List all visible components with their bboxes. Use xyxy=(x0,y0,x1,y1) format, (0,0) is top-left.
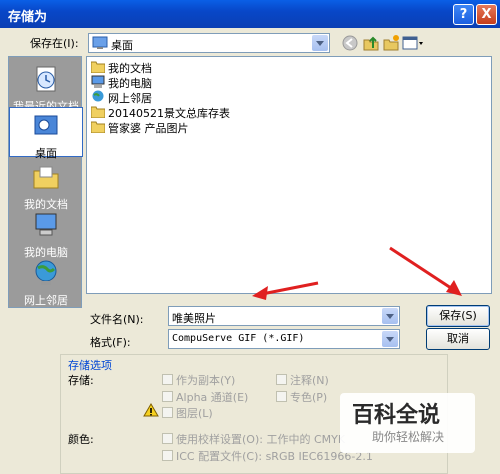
place-recent-documents[interactable]: 我最近的文档 xyxy=(9,61,83,113)
cancel-button[interactable]: 取消 xyxy=(426,328,490,350)
file-name: 20140521景文总库存表 xyxy=(108,107,230,120)
save-in-label: 保存在(I): xyxy=(30,37,79,50)
place-my-computer[interactable]: 我的电脑 xyxy=(9,207,83,259)
file-name: 我的文档 xyxy=(108,62,152,75)
watermark-title: 百科全说 xyxy=(352,403,441,428)
save-in-value: 桌面 xyxy=(111,39,133,52)
my-documents-icon xyxy=(33,166,59,189)
new-folder-icon[interactable] xyxy=(382,34,400,52)
spot-label: 专色(P) xyxy=(290,391,328,404)
save-options-title: 存储选项 xyxy=(68,359,112,372)
proof-setup-label: 使用校样设置(O): 工作中的 CMYK xyxy=(176,433,346,446)
store-label: 存储: xyxy=(68,374,94,387)
format-dropdown[interactable]: CompuServe GIF (*.GIF) xyxy=(168,329,400,349)
chevron-down-icon[interactable] xyxy=(382,308,398,324)
title-bar[interactable]: 存储为 ? X xyxy=(0,0,500,28)
alpha-label: Alpha 通道(E) xyxy=(176,391,249,404)
place-my-documents[interactable]: 我的文档 xyxy=(9,159,83,211)
close-button[interactable]: X xyxy=(476,4,497,25)
icc-profile-checkbox[interactable] xyxy=(162,450,173,461)
layers-checkbox[interactable] xyxy=(162,407,173,418)
file-name: 管家婆 产品图片 xyxy=(108,122,189,135)
file-list[interactable]: 我的文档 我的电脑 网上邻居 20140521景文总库存表 管家婆 产品图片 xyxy=(86,56,492,294)
file-name: 我的电脑 xyxy=(108,77,152,90)
save-in-dropdown[interactable]: 桌面 xyxy=(88,33,330,53)
chevron-down-icon[interactable] xyxy=(312,35,328,51)
place-network[interactable]: 网上邻居 xyxy=(9,255,83,307)
alpha-checkbox[interactable] xyxy=(162,391,173,402)
file-name: 网上邻居 xyxy=(108,92,152,105)
spot-checkbox[interactable] xyxy=(276,391,287,402)
filename-label: 文件名(N): xyxy=(90,313,144,326)
folder-icon xyxy=(91,121,105,133)
watermark-subtitle: 助你轻松解决 xyxy=(372,430,445,444)
folder-icon xyxy=(91,106,105,118)
as-copy-label: 作为副本(Y) xyxy=(176,374,236,387)
chevron-down-icon[interactable] xyxy=(382,331,398,347)
my-computer-icon xyxy=(35,213,57,236)
recent-docs-icon xyxy=(36,66,56,92)
format-label: 格式(F): xyxy=(90,336,131,349)
desktop-icon xyxy=(34,115,58,135)
place-desktop[interactable]: 桌面 xyxy=(9,107,83,160)
network-icon xyxy=(35,260,57,285)
my-computer-icon xyxy=(91,75,105,88)
my-documents-icon xyxy=(91,61,105,73)
save-button[interactable]: 保存(S) xyxy=(426,305,490,327)
notes-label: 注释(N) xyxy=(290,374,329,387)
place-label: 网上邻居 xyxy=(24,294,68,307)
network-icon xyxy=(92,90,104,102)
desktop-small-icon xyxy=(92,36,108,49)
notes-checkbox[interactable] xyxy=(276,374,287,385)
proof-setup-checkbox[interactable] xyxy=(162,433,173,444)
window-title: 存储为 xyxy=(8,10,48,25)
view-menu-icon[interactable] xyxy=(402,35,424,51)
filename-input[interactable]: 唯美照片 xyxy=(168,306,400,326)
as-copy-checkbox[interactable] xyxy=(162,374,173,385)
up-folder-icon[interactable] xyxy=(362,34,380,52)
filename-value: 唯美照片 xyxy=(172,312,216,325)
color-label: 颜色: xyxy=(68,433,94,446)
warning-icon xyxy=(143,403,159,417)
places-bar: 我最近的文档 桌面 我的文档 我的电脑 网上邻居 xyxy=(8,56,83,308)
layers-label: 图层(L) xyxy=(176,407,213,420)
format-value: CompuServe GIF (*.GIF) xyxy=(172,333,305,344)
help-button[interactable]: ? xyxy=(453,4,474,25)
back-icon[interactable] xyxy=(342,35,358,51)
